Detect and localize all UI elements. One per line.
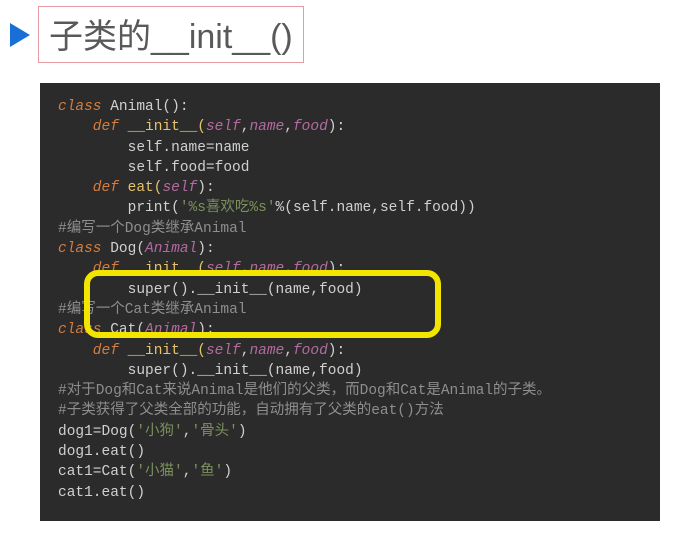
code-line: class Cat(Animal):: [58, 320, 650, 340]
code-line: def __init__(self,name,food):: [58, 259, 650, 279]
code-block: class Animal(): def __init__(self,name,f…: [40, 83, 660, 521]
code-line: super().__init__(name,food): [58, 280, 650, 300]
page-title: 子类的__init__(): [38, 6, 304, 63]
code-line: class Animal():: [58, 97, 650, 117]
code-line: #对于Dog和Cat来说Animal是他们的父类，而Dog和Cat是Animal…: [58, 381, 650, 401]
heading-row: 子类的__init__(): [0, 0, 691, 63]
code-line: dog1=Dog('小狗','骨头'): [58, 422, 650, 442]
code-line: super().__init__(name,food): [58, 361, 650, 381]
code-line: #编写一个Cat类继承Animal: [58, 300, 650, 320]
arrow-icon: [10, 23, 30, 47]
code-line: #子类获得了父类全部的功能，自动拥有了父类的eat()方法: [58, 401, 650, 421]
code-line: self.food=food: [58, 158, 650, 178]
code-line: dog1.eat(): [58, 442, 650, 462]
code-line: self.name=name: [58, 138, 650, 158]
code-line: cat1.eat(): [58, 483, 650, 503]
code-line: cat1=Cat('小猫','鱼'): [58, 462, 650, 482]
code-line: def __init__(self,name,food):: [58, 117, 650, 137]
code-line: def __init__(self,name,food):: [58, 341, 650, 361]
code-line: class Dog(Animal):: [58, 239, 650, 259]
code-line: def eat(self):: [58, 178, 650, 198]
code-line: #编写一个Dog类继承Animal: [58, 219, 650, 239]
code-line: print('%s喜欢吃%s'%(self.name,self.food)): [58, 198, 650, 218]
